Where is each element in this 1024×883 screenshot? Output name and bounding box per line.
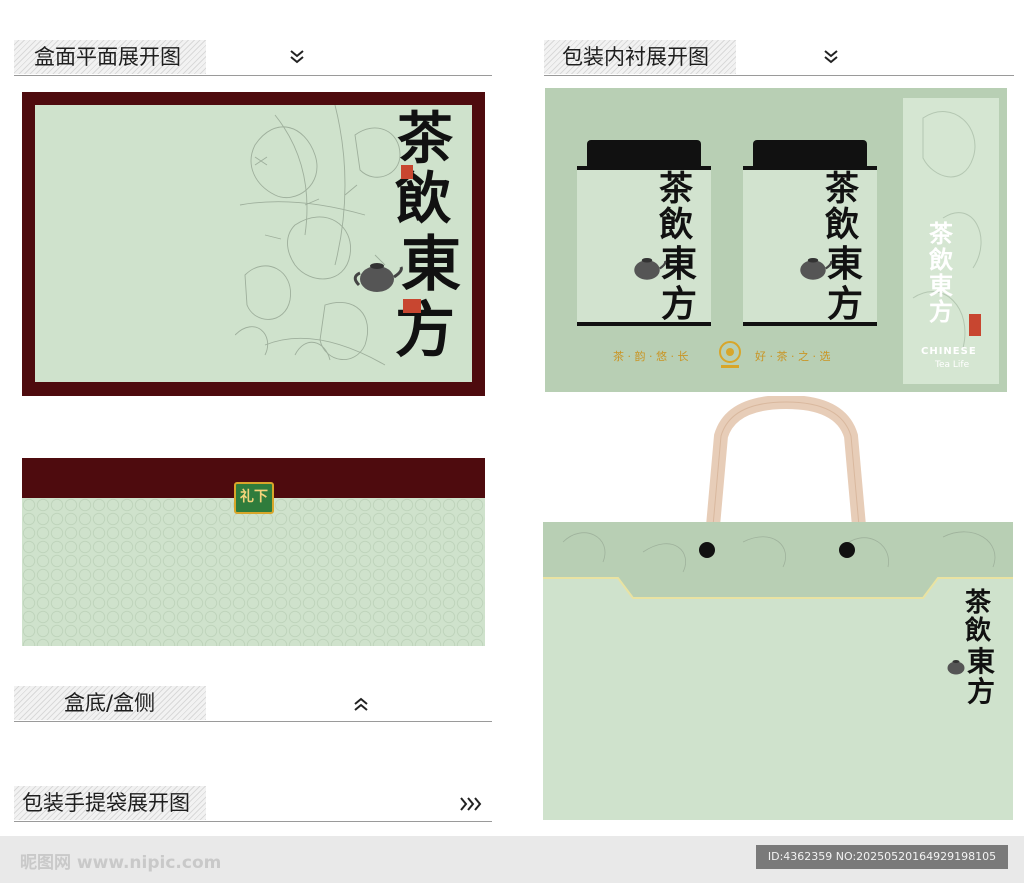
teapot-icon <box>947 660 965 675</box>
section-title: 盒底/盒侧 <box>64 691 156 715</box>
section-header-box-bottom[interactable]: 盒底/盒侧 <box>14 686 492 722</box>
bag-floral-band <box>543 522 1013 599</box>
bag-hole <box>839 542 855 558</box>
handbag-artwork: 茶 飲 東 方 <box>543 396 1013 820</box>
section-title: 盒面平面展开图 <box>34 45 181 69</box>
section-header-handbag[interactable]: 包装手提袋展开图 <box>14 786 492 822</box>
section-header-liner[interactable]: 包装内衬展开图 <box>544 40 1014 76</box>
section-header-box-top[interactable]: 盒面平面展开图 <box>14 40 492 76</box>
box-bottom-artwork: 礼下 <box>22 458 485 646</box>
teapot-icon <box>634 258 667 280</box>
site-watermark: 昵图网 www.nipic.com <box>20 853 222 873</box>
brand-char: 茶 <box>397 106 453 172</box>
bag-hole <box>699 542 715 558</box>
liner-slogan-left: 茶 · 韵 · 悠 · 长 <box>613 350 689 363</box>
tea-tin: 茶 飲 東 方 <box>743 140 877 326</box>
red-seal <box>401 165 413 179</box>
box-top-artwork: 茶 飲 東 方 <box>22 92 485 396</box>
english-sub: Tea Life <box>935 360 970 370</box>
image-id-label: ID:4362359 NO:20250520164929198105 <box>756 845 1008 869</box>
english-brand: CHINESE <box>921 346 977 357</box>
teapot-icon <box>800 258 833 280</box>
section-title: 包装手提袋展开图 <box>22 791 190 815</box>
gold-emblem-icon <box>719 341 741 368</box>
brand-char: 飲 <box>395 166 451 232</box>
tea-tin: 茶 飲 東 方 <box>577 140 711 326</box>
liner-slogan-right: 好 · 茶 · 之 · 选 <box>755 350 831 363</box>
section-title: 包装内衬展开图 <box>562 45 709 69</box>
watermark-bar: 昵图网 www.nipic.com ID:4362359 NO:20250520… <box>0 836 1024 883</box>
liner-artwork: 茶 飲 東 方 茶 飲 東 方 茶 · 韵 · 悠 · 长 好 · 茶 · 之 … <box>545 88 1007 392</box>
bag-handle <box>706 396 866 526</box>
chevron-double-down-icon[interactable] <box>820 47 842 69</box>
chevron-double-up-icon[interactable] <box>350 693 372 715</box>
chevron-double-down-icon[interactable] <box>286 47 308 69</box>
red-seal <box>969 314 981 336</box>
teapot-icon <box>353 263 403 292</box>
liner-side-panel: 茶 飲 東 方 CHINESE Tea Life <box>903 98 999 384</box>
chevron-triple-right-icon[interactable] <box>458 793 484 815</box>
red-seal <box>403 299 421 313</box>
badge-logo: 礼下 <box>234 482 274 514</box>
brand-char: 東 <box>401 230 461 300</box>
